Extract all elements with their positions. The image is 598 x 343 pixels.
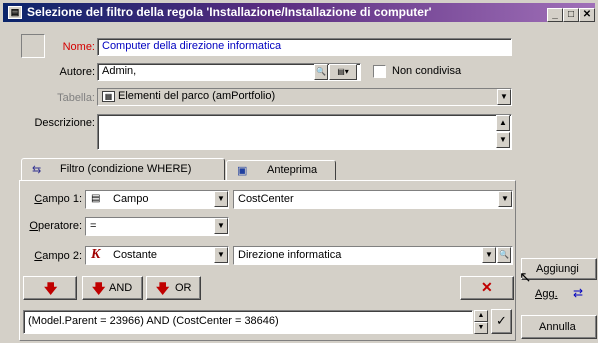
image-placeholder[interactable] (21, 34, 45, 58)
nome-value: Computer della direzione informatica (102, 40, 282, 52)
scroll-up-button[interactable]: ▲ (474, 310, 488, 322)
tab-filtro-label: Filtro (condizione WHERE) (60, 163, 192, 175)
campo1-type-value: Campo (113, 193, 149, 205)
campo2-value: Direzione informatica (238, 249, 342, 261)
search-icon[interactable]: 🔍 (497, 247, 511, 263)
swap-icon: ⇄ (573, 286, 584, 300)
expression-value: (Model.Parent = 23966) AND (CostCenter =… (28, 315, 279, 327)
tabella-value: Elementi del parco (amPortfolio) (118, 90, 276, 102)
scroll-down-button[interactable]: ▼ (496, 132, 510, 148)
chevron-down-icon[interactable]: ▼ (214, 218, 228, 234)
campo1-value-select[interactable]: CostCenter ▼ (233, 190, 513, 209)
and-button[interactable]: 🡇 AND (82, 276, 143, 300)
and-label: AND (109, 282, 133, 294)
arrow-down-icon: 🡇 (44, 281, 58, 296)
campo1-label: Campo 1: (34, 193, 82, 205)
aggiungi-label: Aggiungi (536, 263, 579, 275)
window-title: Selezione del filtro della regola 'Insta… (27, 5, 432, 19)
non-condivisa-label: Non condivisa (392, 65, 462, 77)
add-condition-button[interactable]: 🡇 (23, 276, 77, 300)
or-label: OR (175, 282, 192, 294)
campo1-type-select[interactable]: ▤ Campo ▼ (85, 190, 229, 209)
tab-filtro[interactable]: ⇆ Filtro (condizione WHERE) (21, 158, 225, 180)
close-button[interactable]: ✕ (579, 8, 595, 22)
nome-label: Nome: (62, 41, 95, 53)
campo1-value: CostCenter (238, 193, 294, 205)
aggiungi-button[interactable]: Aggiungi (521, 258, 597, 280)
chevron-down-icon[interactable]: ▼ (498, 191, 512, 207)
campo2-label: Campo 2: (34, 250, 82, 262)
autore-value: Admin, (102, 65, 137, 77)
app-icon: ▤ (8, 6, 22, 19)
campo2-type-value: Costante (113, 249, 158, 261)
list-dropdown-button[interactable]: ▤▾ (329, 64, 357, 80)
chevron-down-icon[interactable]: ▼ (214, 247, 228, 263)
title-bar[interactable]: ▤ Selezione del filtro della regola 'Ins… (3, 3, 595, 22)
non-condivisa-checkbox[interactable] (373, 65, 386, 78)
agg-label: Agg. (535, 288, 558, 300)
chevron-down-icon[interactable]: ▼ (482, 247, 496, 263)
chevron-down-icon[interactable]: ▼ (497, 89, 511, 105)
arrow-down-icon: 🡇 (156, 281, 170, 296)
arrow-down-icon: 🡇 (92, 281, 106, 296)
close-icon: ✕ (481, 279, 493, 295)
descrizione-textarea[interactable]: ▲ ▼ (97, 114, 512, 150)
annulla-button[interactable]: Annulla (521, 315, 597, 339)
autore-label: Autore: (59, 66, 95, 78)
dialog-window: ▤ Selezione del filtro della regola 'Ins… (0, 0, 598, 343)
or-button[interactable]: 🡇 OR (146, 276, 201, 300)
tabella-label: Tabella: (57, 92, 95, 104)
table-icon: ▦ (102, 91, 115, 102)
filter-icon: ⇆ (32, 164, 42, 176)
field-icon: ▤ (91, 193, 101, 204)
maximize-button[interactable]: □ (563, 8, 579, 22)
nome-field[interactable]: Computer della direzione informatica (97, 38, 512, 56)
minimize-button[interactable]: _ (547, 8, 563, 22)
descrizione-label: Descrizione: (34, 117, 95, 129)
validate-button[interactable]: ✓ (491, 309, 512, 334)
annulla-label: Annulla (539, 321, 576, 333)
operatore-select[interactable]: = ▼ (85, 217, 229, 236)
campo2-type-select[interactable]: K Costante ▼ (85, 246, 229, 265)
scroll-up-button[interactable]: ▲ (496, 115, 510, 131)
tabella-select[interactable]: ▦ Elementi del parco (amPortfolio) ▼ (97, 88, 512, 106)
preview-icon: ▣ (237, 165, 248, 177)
tab-anteprima[interactable]: ▣ Anteprima (226, 160, 336, 180)
autore-field[interactable]: Admin, 🔍 ▤▾ (97, 63, 361, 81)
tab-anteprima-label: Anteprima (267, 164, 318, 176)
scroll-down-button[interactable]: ▼ (474, 322, 488, 334)
clear-button[interactable]: ✕ (460, 276, 514, 300)
constant-icon: K (91, 247, 101, 262)
search-icon[interactable]: 🔍 (314, 64, 328, 80)
operatore-label: Operatore: (29, 220, 82, 232)
chevron-down-icon[interactable]: ▼ (214, 191, 228, 207)
campo2-value-select[interactable]: Direzione informatica ▼ 🔍 (233, 246, 513, 265)
expression-field[interactable]: (Model.Parent = 23966) AND (CostCenter =… (23, 310, 473, 334)
operatore-value: = (90, 220, 97, 232)
agg-button[interactable]: Agg. ⇄ (521, 284, 597, 304)
check-icon: ✓ (496, 313, 507, 328)
